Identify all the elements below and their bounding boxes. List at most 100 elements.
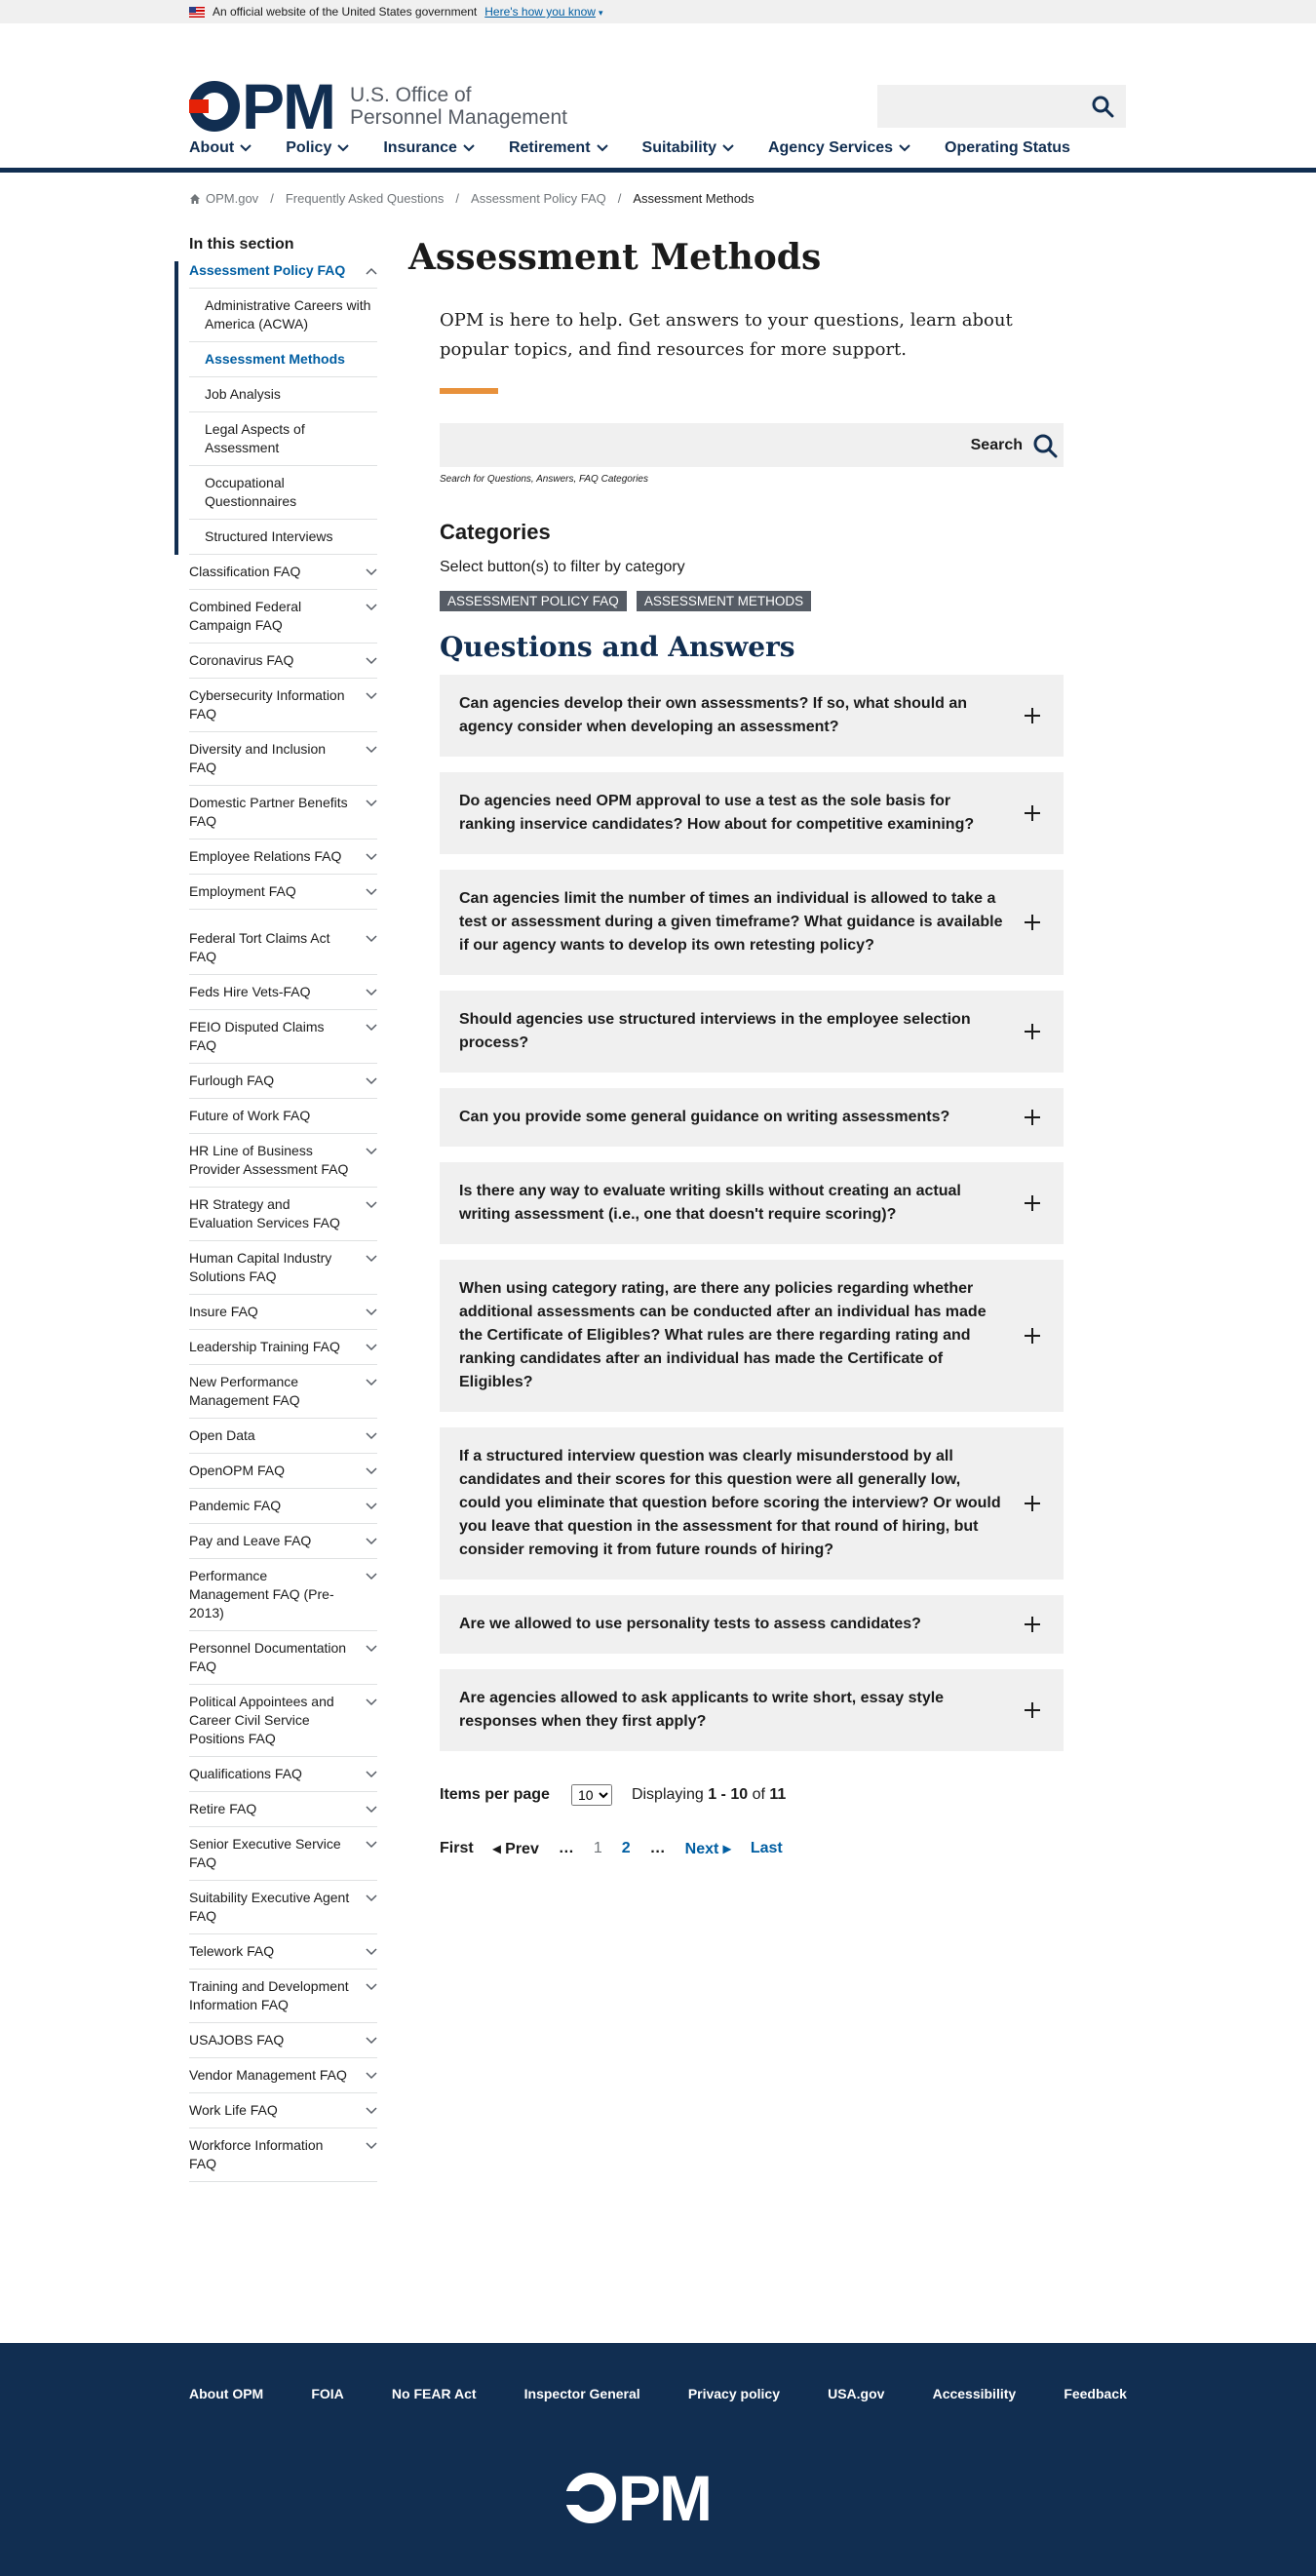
plus-icon[interactable] (1025, 1702, 1040, 1718)
chevron-down-icon[interactable] (366, 657, 377, 665)
chevron-down-icon[interactable] (366, 1894, 377, 1902)
sidebar-item-workforce-information-faq[interactable]: Workforce Information FAQ (189, 2128, 377, 2182)
faq-accordion-item[interactable]: If a structured interview question was c… (440, 1427, 1064, 1580)
sidebar-subitem-occupational-questionnaires[interactable]: Occupational Questionnaires (189, 466, 377, 520)
footer-link-privacy-policy[interactable]: Privacy policy (688, 2386, 780, 2401)
site-search-input[interactable] (877, 85, 1126, 128)
sidebar-item-usajobs-faq[interactable]: USAJOBS FAQ (189, 2023, 377, 2058)
sidebar-item-combined-federal-campaign-faq[interactable]: Combined Federal Campaign FAQ (189, 590, 377, 644)
plus-icon[interactable] (1025, 708, 1040, 723)
chevron-down-icon[interactable] (366, 1379, 377, 1386)
sidebar-item-future-of-work-faq[interactable]: Future of Work FAQ (189, 1099, 377, 1134)
footer-link-no-fear-act[interactable]: No FEAR Act (392, 2386, 477, 2401)
sidebar-item-feio-disputed-claims-faq[interactable]: FEIO Disputed Claims FAQ (189, 1010, 377, 1064)
sidebar-item-openopm-faq[interactable]: OpenOPM FAQ (189, 1454, 377, 1489)
nav-suitability[interactable]: Suitability (642, 139, 734, 157)
chevron-down-icon[interactable] (366, 1771, 377, 1778)
pager-last[interactable]: Last (751, 1840, 783, 1857)
chevron-up-icon[interactable] (366, 267, 377, 275)
sidebar-item-hr-strategy-and-evaluation-services-faq[interactable]: HR Strategy and Evaluation Services FAQ (189, 1188, 377, 1241)
chevron-down-icon[interactable] (366, 1538, 377, 1545)
pager-next[interactable]: Next ▸ (685, 1839, 731, 1858)
sidebar-item-human-capital-industry-solutions-faq[interactable]: Human Capital Industry Solutions FAQ (189, 1241, 377, 1295)
plus-icon[interactable] (1025, 915, 1040, 930)
sidebar-item-training-and-development-information-faq[interactable]: Training and Development Information FAQ (189, 1970, 377, 2023)
sidebar-item-performance-management-faq-pre-2013[interactable]: Performance Management FAQ (Pre-2013) (189, 1559, 377, 1631)
opm-logo[interactable]: PM U.S. Office of Personnel Management (189, 74, 567, 138)
chevron-down-icon[interactable] (366, 888, 377, 896)
sidebar-subitem-legal-aspects-of-assessment[interactable]: Legal Aspects of Assessment (189, 412, 377, 466)
sidebar-item-employment-faq[interactable]: Employment FAQ (189, 875, 377, 910)
sidebar-item-pay-and-leave-faq[interactable]: Pay and Leave FAQ (189, 1524, 377, 1559)
chevron-down-icon[interactable] (366, 1573, 377, 1581)
faq-accordion-item[interactable]: Do agencies need OPM approval to use a t… (440, 772, 1064, 854)
faq-accordion-item[interactable]: When using category rating, are there an… (440, 1260, 1064, 1412)
faq-accordion-item[interactable]: Are we allowed to use personality tests … (440, 1595, 1064, 1654)
nav-insurance[interactable]: Insurance (383, 139, 475, 157)
sidebar-item-insure-faq[interactable]: Insure FAQ (189, 1295, 377, 1330)
sidebar-subitem-structured-interviews[interactable]: Structured Interviews (189, 520, 377, 555)
pager-page-2[interactable]: 2 (622, 1840, 631, 1857)
tag-assessment-methods[interactable]: ASSESSMENT METHODS (636, 591, 812, 611)
sidebar-item-feds-hire-vets-faq[interactable]: Feds Hire Vets-FAQ (189, 975, 377, 1010)
faq-accordion-item[interactable]: Is there any way to evaluate writing ski… (440, 1162, 1064, 1244)
footer-link-usa-gov[interactable]: USA.gov (828, 2386, 884, 2401)
chevron-down-icon[interactable] (366, 568, 377, 576)
sidebar-item-new-performance-management-faq[interactable]: New Performance Management FAQ (189, 1365, 377, 1419)
sidebar-item-diversity-and-inclusion-faq[interactable]: Diversity and Inclusion FAQ (189, 732, 377, 786)
sidebar-item-telework-faq[interactable]: Telework FAQ (189, 1934, 377, 1970)
nav-about[interactable]: About (189, 139, 252, 157)
breadcrumb-home[interactable]: OPM.gov (206, 191, 258, 206)
plus-icon[interactable] (1025, 1328, 1040, 1344)
chevron-down-icon[interactable] (366, 853, 377, 861)
plus-icon[interactable] (1025, 1110, 1040, 1125)
sidebar-item-vendor-management-faq[interactable]: Vendor Management FAQ (189, 2058, 377, 2093)
sidebar-item-qualifications-faq[interactable]: Qualifications FAQ (189, 1757, 377, 1792)
chevron-down-icon[interactable] (366, 1983, 377, 1991)
chevron-down-icon[interactable] (366, 2107, 377, 2115)
chevron-down-icon[interactable] (366, 1344, 377, 1351)
faq-accordion-item[interactable]: Are agencies allowed to ask applicants t… (440, 1669, 1064, 1751)
sidebar-item-classification-faq[interactable]: Classification FAQ (189, 555, 377, 590)
sidebar-item-suitability-executive-agent-faq[interactable]: Suitability Executive Agent FAQ (189, 1881, 377, 1934)
chevron-down-icon[interactable] (366, 1645, 377, 1653)
plus-icon[interactable] (1025, 805, 1040, 821)
plus-icon[interactable] (1025, 1024, 1040, 1039)
footer-link-feedback[interactable]: Feedback (1064, 2386, 1127, 2401)
sidebar-item-work-life-faq[interactable]: Work Life FAQ (189, 2093, 377, 2128)
sidebar-item-cybersecurity-information-faq[interactable]: Cybersecurity Information FAQ (189, 679, 377, 732)
sidebar-item-employee-relations-faq[interactable]: Employee Relations FAQ (189, 839, 377, 875)
sidebar-item-assessment-policy[interactable]: Assessment Policy FAQ (189, 261, 377, 289)
chevron-down-icon[interactable] (366, 1024, 377, 1032)
chevron-down-icon[interactable] (366, 1841, 377, 1849)
sidebar-item-pandemic-faq[interactable]: Pandemic FAQ (189, 1489, 377, 1524)
chevron-down-icon[interactable] (366, 746, 377, 754)
sidebar-subitem-assessment-methods[interactable]: Assessment Methods (189, 342, 377, 377)
sidebar-item-senior-executive-service-faq[interactable]: Senior Executive Service FAQ (189, 1827, 377, 1881)
sidebar-item-federal-tort-claims-act-faq[interactable]: Federal Tort Claims Act FAQ (189, 921, 377, 975)
sidebar-item-leadership-training-faq[interactable]: Leadership Training FAQ (189, 1330, 377, 1365)
tag-assessment-policy-faq[interactable]: ASSESSMENT POLICY FAQ (440, 591, 627, 611)
chevron-down-icon[interactable] (366, 2072, 377, 2080)
chevron-down-icon[interactable] (366, 1467, 377, 1475)
footer-link-foia[interactable]: FOIA (311, 2386, 343, 2401)
chevron-down-icon[interactable] (366, 935, 377, 943)
plus-icon[interactable] (1025, 1617, 1040, 1632)
footer-link-accessibility[interactable]: Accessibility (933, 2386, 1017, 2401)
sidebar-item-political-appointees-and-career-civil-service-positions-faq[interactable]: Political Appointees and Career Civil Se… (189, 1685, 377, 1757)
sidebar-item-personnel-documentation-faq[interactable]: Personnel Documentation FAQ (189, 1631, 377, 1685)
chevron-down-icon[interactable] (366, 692, 377, 700)
nav-policy[interactable]: Policy (286, 139, 350, 157)
sidebar-item-retire-faq[interactable]: Retire FAQ (189, 1792, 377, 1827)
footer-link-inspector-general[interactable]: Inspector General (524, 2386, 640, 2401)
breadcrumb-assessment-policy[interactable]: Assessment Policy FAQ (471, 191, 606, 206)
faq-accordion-item[interactable]: Can agencies limit the number of times a… (440, 870, 1064, 975)
chevron-down-icon[interactable] (366, 1948, 377, 1956)
nav-retirement[interactable]: Retirement (509, 139, 608, 157)
chevron-down-icon[interactable] (366, 1806, 377, 1814)
chevron-down-icon[interactable] (366, 604, 377, 611)
sidebar-subitem-administrative-careers-with-america-acwa[interactable]: Administrative Careers with America (ACW… (189, 289, 377, 342)
chevron-down-icon[interactable] (366, 1255, 377, 1263)
footer-link-about-opm[interactable]: About OPM (189, 2386, 263, 2401)
chevron-down-icon[interactable] (366, 1201, 377, 1209)
